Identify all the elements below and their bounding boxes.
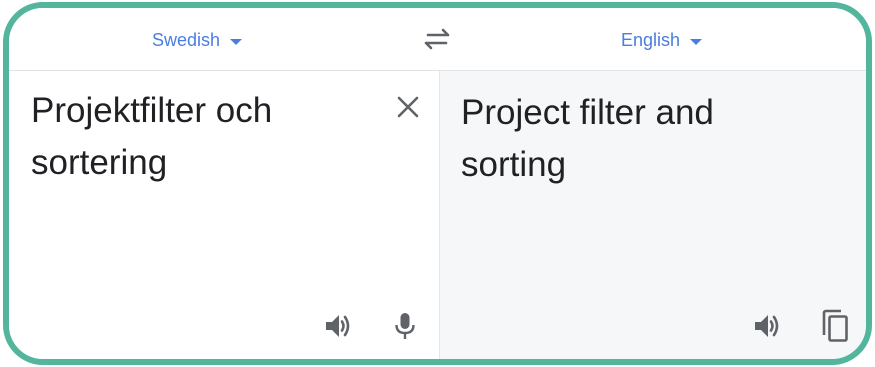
target-language-label: English [621, 29, 681, 50]
close-icon [397, 96, 419, 118]
target-pane: Project filter and sorting [440, 71, 866, 359]
copy-translation-button[interactable] [817, 308, 853, 344]
target-language-selector[interactable]: English [621, 26, 703, 54]
swap-languages-button[interactable] [420, 24, 454, 54]
clear-text-button[interactable] [390, 89, 426, 125]
source-language-label: Swedish [152, 29, 221, 50]
language-bar: Swedish English [9, 8, 866, 71]
translated-text: Project filter and sorting [461, 93, 714, 184]
listen-translation-button[interactable] [749, 308, 785, 344]
listen-source-button[interactable] [320, 308, 356, 344]
translate-widget: Swedish English Projektfilter och sorter… [3, 2, 872, 365]
speaker-icon [755, 315, 779, 337]
swap-arrows-icon [424, 28, 450, 50]
caret-down-icon [690, 38, 703, 45]
copy-icon [822, 309, 848, 342]
speaker-icon [326, 315, 350, 337]
source-pane[interactable]: Projektfilter och sortering [9, 71, 440, 359]
caret-down-icon [230, 38, 243, 45]
voice-input-button[interactable] [387, 308, 423, 344]
source-text-input[interactable]: Projektfilter och sortering [31, 85, 381, 189]
microphone-icon [395, 313, 415, 339]
source-language-selector[interactable]: Swedish [152, 26, 243, 54]
